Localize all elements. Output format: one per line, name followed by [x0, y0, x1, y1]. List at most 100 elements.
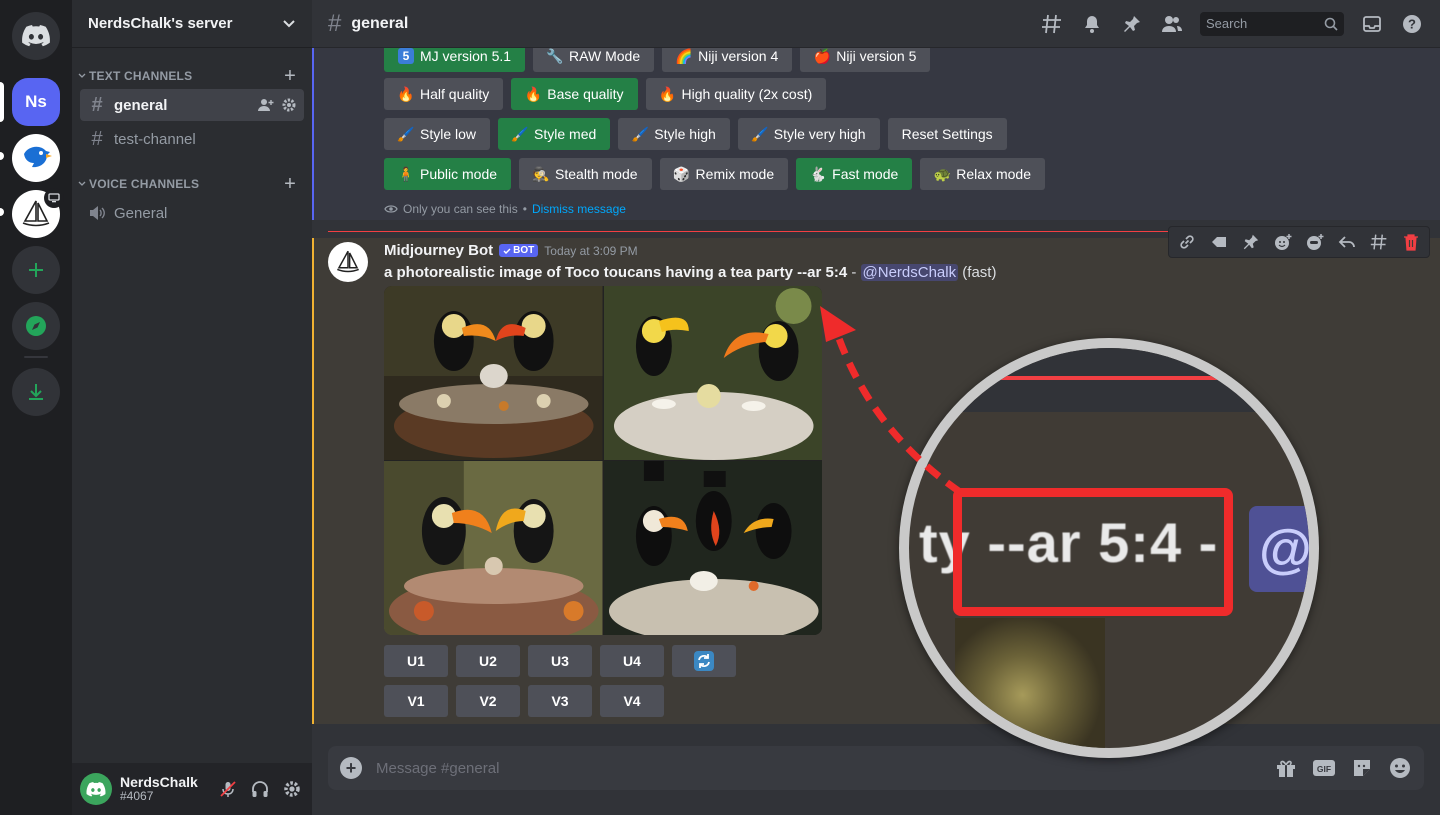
help-button[interactable]: ?: [1400, 12, 1424, 36]
variation-button[interactable]: V1: [384, 685, 448, 717]
hashtag-icon: #: [91, 93, 103, 116]
pin-message-button[interactable]: [1237, 228, 1265, 256]
explore-servers-button[interactable]: [12, 302, 60, 350]
composer-placeholder: Message #general: [376, 759, 500, 777]
add-server-button[interactable]: [12, 246, 60, 294]
upscale-button[interactable]: U2: [456, 645, 520, 677]
threads-icon: [1042, 14, 1061, 33]
setting-button[interactable]: 🍎 Niji version 5: [800, 48, 931, 72]
setting-button[interactable]: 🔥 Half quality: [384, 78, 504, 110]
generated-image-4[interactable]: [603, 461, 822, 635]
pin-icon: [1124, 15, 1140, 32]
setting-button[interactable]: 🐢 Relax mode: [920, 158, 1045, 190]
home-button[interactable]: [12, 12, 60, 60]
setting-button[interactable]: 🖌️ Style med: [498, 118, 611, 150]
user-identity[interactable]: NerdsChalk #4067: [120, 774, 198, 804]
upscale-button[interactable]: U4: [600, 645, 664, 677]
add-reaction-button[interactable]: [1269, 228, 1297, 256]
prompt-separator: -: [847, 264, 861, 281]
delete-message-button[interactable]: [1397, 228, 1425, 256]
pinned-messages-button[interactable]: [1120, 12, 1144, 36]
setting-label: Public mode: [420, 166, 498, 182]
prompt-text: a photorealistic image of Toco toucans h…: [384, 264, 848, 281]
member-list-button[interactable]: [1160, 12, 1184, 36]
setting-label: Half quality: [420, 86, 490, 102]
dismiss-message-link[interactable]: Dismiss message: [532, 202, 626, 216]
setting-button[interactable]: 🌈 Niji version 4: [662, 48, 793, 72]
server-header[interactable]: NerdsChalk's server: [72, 0, 312, 48]
setting-label: Style high: [654, 126, 716, 142]
copy-link-button[interactable]: [1173, 228, 1201, 256]
server-blue-bird[interactable]: [12, 134, 60, 182]
variation-button[interactable]: V2: [456, 685, 520, 717]
create-thread-button[interactable]: [1365, 228, 1393, 256]
link-icon: [1180, 235, 1194, 249]
monitor-icon: [48, 193, 60, 203]
setting-button[interactable]: 🧍 Public mode: [384, 158, 512, 190]
notifications-button[interactable]: [1080, 12, 1104, 36]
category-label: VOICE CHANNELS: [89, 177, 200, 191]
upscale-button[interactable]: U3: [528, 645, 592, 677]
generated-image-3[interactable]: [384, 461, 603, 635]
server-midjourney[interactable]: [12, 188, 64, 238]
channel-general[interactable]: # general: [80, 89, 304, 121]
category-voice-channels[interactable]: VOICE CHANNELS +: [72, 172, 312, 196]
threads-button[interactable]: [1040, 12, 1064, 36]
attach-plus-button[interactable]: +: [340, 757, 362, 779]
active-server-pill: [0, 82, 4, 122]
mark-unread-button[interactable]: [1205, 228, 1233, 256]
server-nerdschalk[interactable]: Ns: [12, 78, 60, 126]
create-channel-plus-icon[interactable]: +: [284, 173, 296, 196]
create-channel-plus-icon[interactable]: +: [284, 65, 296, 88]
magnified-image-fragment: [955, 618, 1105, 748]
setting-button[interactable]: 🐇 Fast mode: [796, 158, 913, 190]
generated-image-2[interactable]: [603, 286, 822, 460]
chevron-small-icon: [78, 73, 86, 78]
unread-pill-2: [0, 208, 4, 216]
user-mention[interactable]: @NerdsChalk: [860, 264, 959, 281]
setting-button[interactable]: 🔥 High quality (2x cost): [645, 78, 827, 110]
setting-emoji-icon: 🐇: [809, 165, 827, 182]
avatar[interactable]: [80, 773, 112, 805]
variation-button[interactable]: V4: [600, 685, 664, 717]
emoji-button[interactable]: [1388, 756, 1412, 780]
image-grid[interactable]: [384, 286, 822, 635]
setting-button[interactable]: 🖌️ Style very high: [737, 118, 880, 150]
gear-icon[interactable]: [282, 98, 296, 112]
setting-button[interactable]: 🎲 Remix mode: [659, 158, 789, 190]
inbox-button[interactable]: [1360, 12, 1384, 36]
reply-button[interactable]: [1333, 228, 1361, 256]
settings-row: 🧍 Public mode 🕵️ Stealth mode 🎲 Remix mode 🐇 Fa…: [384, 158, 1045, 190]
sticker-button[interactable]: [1350, 756, 1374, 780]
author-name[interactable]: Midjourney Bot: [384, 242, 493, 259]
setting-button[interactable]: 5 MJ version 5.1: [384, 48, 526, 72]
user-settings-button[interactable]: [280, 777, 304, 801]
download-apps-button[interactable]: [12, 368, 60, 416]
setting-button[interactable]: 🖌️ Style low: [384, 118, 491, 150]
reroll-button[interactable]: [672, 645, 736, 677]
gift-button[interactable]: [1274, 756, 1298, 780]
setting-button[interactable]: 🖌️ Style high: [618, 118, 730, 150]
gif-button[interactable]: GIF: [1312, 756, 1336, 780]
setting-button[interactable]: 🕵️ Stealth mode: [519, 158, 652, 190]
category-text-channels[interactable]: TEXT CHANNELS +: [72, 64, 312, 88]
setting-button[interactable]: Reset Settings: [887, 118, 1007, 150]
bell-icon: [1085, 15, 1099, 33]
refresh-icon: [694, 651, 714, 671]
generated-image-1[interactable]: [384, 286, 603, 460]
mute-button[interactable]: [216, 777, 240, 801]
variation-button[interactable]: V3: [528, 685, 592, 717]
setting-emoji-icon: 🔥: [397, 85, 415, 102]
message-composer[interactable]: + Message #general GIF: [328, 746, 1424, 790]
chevron-small-icon: [78, 181, 86, 186]
upscale-button[interactable]: U1: [384, 645, 448, 677]
invite-user-icon[interactable]: [258, 98, 274, 112]
apps-button[interactable]: [1301, 228, 1329, 256]
bot-avatar[interactable]: [328, 242, 368, 282]
setting-button[interactable]: 🔧 RAW Mode: [533, 48, 655, 72]
search-input[interactable]: Search: [1200, 11, 1344, 36]
deafen-button[interactable]: [248, 777, 272, 801]
channel-test-channel[interactable]: # test-channel: [80, 123, 304, 155]
voice-channel-general[interactable]: General: [80, 197, 304, 229]
setting-button[interactable]: 🔥 Base quality: [511, 78, 638, 110]
